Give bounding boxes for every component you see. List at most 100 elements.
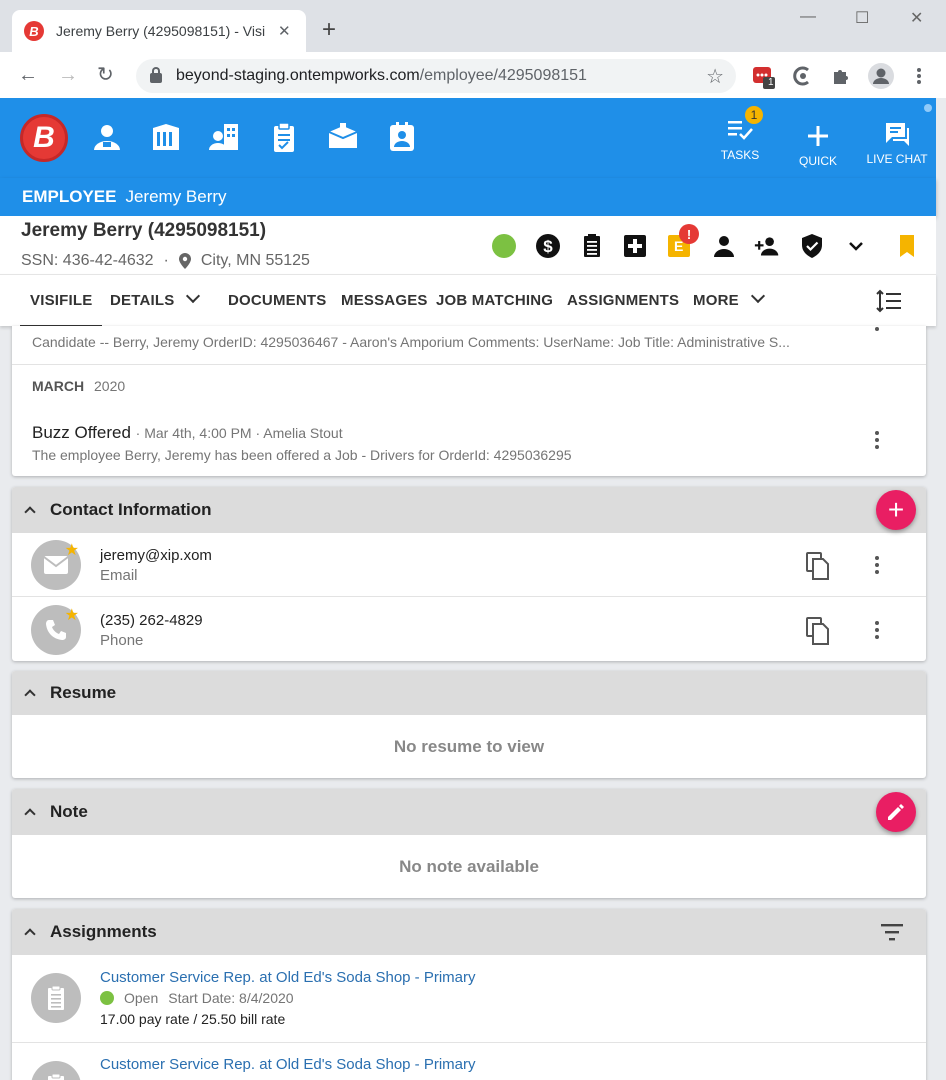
close-tab-icon[interactable]: ✕: [278, 22, 291, 40]
window-close-icon[interactable]: ✕: [910, 8, 923, 28]
resume-empty-text: No resume to view: [393, 737, 545, 756]
browser-tab-strip: B Jeremy Berry (4295098151) - Visi ✕ + —…: [0, 0, 946, 52]
app-header: B 1 TASKS QUICK LIVE CHAT: [0, 98, 936, 178]
customer-nav-icon[interactable]: [149, 120, 183, 154]
tasks-count-badge: 1: [743, 104, 765, 126]
reload-icon[interactable]: ↻: [97, 64, 114, 86]
contact-nav-icon[interactable]: [208, 120, 242, 154]
medical-cross-icon[interactable]: [621, 232, 649, 260]
assignment-title-link[interactable]: Customer Service Rep. at Old Ed's Soda S…: [100, 969, 476, 986]
new-tab-icon[interactable]: +: [322, 18, 336, 42]
assignment-title-link[interactable]: Customer Service Rep. at Old Ed's Soda S…: [100, 1056, 476, 1073]
extensions-puzzle-icon[interactable]: [830, 65, 852, 87]
tab-assignments[interactable]: ASSIGNMENTS: [567, 292, 679, 309]
browser-tab[interactable]: B Jeremy Berry (4295098151) - Visi ✕: [12, 10, 306, 52]
assignment-rates: 17.00 pay rate / 25.50 bill rate: [100, 1011, 286, 1027]
copy-icon[interactable]: [806, 617, 830, 650]
resume-card: Resume No resume to view: [12, 671, 926, 778]
tab-messages[interactable]: MESSAGES: [341, 292, 428, 309]
url-path: /employee/4295098151: [419, 67, 587, 84]
contact-information-title: Contact Information: [50, 500, 212, 519]
pencil-icon: [888, 804, 904, 820]
separator: ·: [163, 252, 169, 269]
minimize-icon[interactable]: —: [800, 8, 816, 26]
contact-value: jeremy@xip.xom: [100, 547, 212, 564]
shield-check-icon[interactable]: [798, 232, 826, 260]
extension-c-icon[interactable]: [792, 65, 814, 87]
divider: [12, 364, 926, 365]
live-chat-button[interactable]: LIVE CHAT: [862, 120, 932, 166]
profile-avatar-icon[interactable]: [868, 63, 894, 89]
filter-icon[interactable]: [880, 922, 904, 947]
assignment-nav-icon[interactable]: [326, 120, 360, 154]
collapse-caret-icon[interactable]: [24, 506, 36, 518]
person-icon[interactable]: [710, 232, 738, 260]
tab-visifile[interactable]: VISIFILE: [19, 292, 103, 327]
order-nav-icon[interactable]: [267, 120, 301, 154]
tab-more-label: MORE: [693, 292, 739, 309]
collapse-caret-icon[interactable]: [24, 808, 36, 820]
copy-icon[interactable]: [806, 552, 830, 585]
add-person-icon[interactable]: [753, 232, 781, 260]
employee-tabs: VISIFILE DETAILS DOCUMENTS MESSAGES JOB …: [0, 274, 936, 327]
e-verify-icon[interactable]: E !: [665, 224, 699, 260]
quick-add-button[interactable]: QUICK: [783, 122, 853, 168]
assignments-header[interactable]: Assignments: [12, 909, 926, 955]
timeline-card: Candidate -- Berry, Jeremy OrderID: 4295…: [12, 326, 926, 476]
assignment-item[interactable]: Customer Service Rep. at Old Ed's Soda S…: [12, 1044, 926, 1080]
clipboard-icon: [31, 973, 81, 1023]
tab-documents[interactable]: DOCUMENTS: [228, 292, 326, 309]
document-list-icon[interactable]: [578, 232, 606, 260]
quick-label: QUICK: [798, 154, 837, 168]
employee-nav-icon[interactable]: [90, 120, 124, 154]
bookmark-star-icon[interactable]: ☆: [706, 64, 724, 89]
collapse-caret-icon[interactable]: [24, 928, 36, 940]
tab-details[interactable]: DETAILS: [110, 288, 201, 309]
active-status-icon[interactable]: [490, 232, 518, 260]
timeline-entry-description: The employee Berry, Jeremy has been offe…: [32, 447, 572, 463]
collapse-caret-icon[interactable]: [24, 689, 36, 701]
contact-row-email[interactable]: ★ jeremy@xip.xom Email: [12, 533, 926, 597]
note-empty-text: No note available: [399, 857, 539, 876]
forward-icon[interactable]: →: [58, 64, 78, 86]
timeline-entry[interactable]: Buzz Offered · Mar 4th, 4:00 PM · Amelia…: [32, 423, 343, 443]
expand-chevron-icon[interactable]: [842, 232, 870, 260]
extension-icon[interactable]: 1: [752, 65, 775, 89]
add-contact-button[interactable]: +: [876, 490, 916, 530]
maximize-icon[interactable]: ☐: [855, 8, 869, 28]
resume-header[interactable]: Resume: [12, 671, 926, 715]
note-header[interactable]: Note: [12, 789, 926, 835]
tab-job-matching[interactable]: JOB MATCHING: [436, 292, 553, 309]
candidate-nav-icon[interactable]: [385, 120, 419, 154]
more-vert-icon[interactable]: [874, 556, 880, 577]
assignment-status: Open: [124, 990, 159, 1006]
note-card: Note No note available: [12, 789, 926, 898]
primary-star-icon: ★: [64, 542, 79, 559]
more-vert-icon[interactable]: [874, 326, 880, 334]
contact-row-phone[interactable]: ★ (235) 262-4829 Phone: [12, 598, 926, 661]
timeline-entry-text: Candidate -- Berry, Jeremy OrderID: 4295…: [32, 334, 790, 350]
tab-more[interactable]: MORE: [693, 288, 765, 309]
employee-ssn: SSN: 436-42-4632: [21, 252, 154, 269]
edit-note-button[interactable]: [876, 792, 916, 832]
contact-information-header[interactable]: Contact Information: [12, 487, 926, 533]
browser-menu-icon[interactable]: [914, 65, 936, 87]
payroll-dollar-icon[interactable]: $: [534, 232, 562, 260]
assignment-status-row: Open Start Date: 8/4/2020: [100, 990, 294, 1006]
extension-badge: 1: [768, 77, 774, 88]
bookmark-icon[interactable]: [893, 232, 921, 260]
employee-header: Jeremy Berry (4295098151) SSN: 436-42-46…: [0, 216, 936, 274]
browser-toolbar: ← → ↻ beyond-staging.ontempworks.com/emp…: [0, 52, 946, 98]
chevron-down-icon: [750, 288, 765, 304]
more-vert-icon[interactable]: [874, 431, 880, 452]
more-vert-icon[interactable]: [874, 621, 880, 642]
note-title: Note: [50, 802, 88, 821]
tab-details-label: DETAILS: [110, 292, 175, 309]
back-icon[interactable]: ←: [18, 64, 38, 86]
address-bar[interactable]: beyond-staging.ontempworks.com/employee/…: [136, 59, 736, 93]
tasks-button[interactable]: 1 TASKS: [705, 104, 775, 162]
density-icon[interactable]: [876, 289, 902, 313]
assignment-item[interactable]: Customer Service Rep. at Old Ed's Soda S…: [12, 955, 926, 1043]
breadcrumb-name: Jeremy Berry: [125, 187, 227, 206]
app-logo[interactable]: B: [20, 114, 68, 162]
